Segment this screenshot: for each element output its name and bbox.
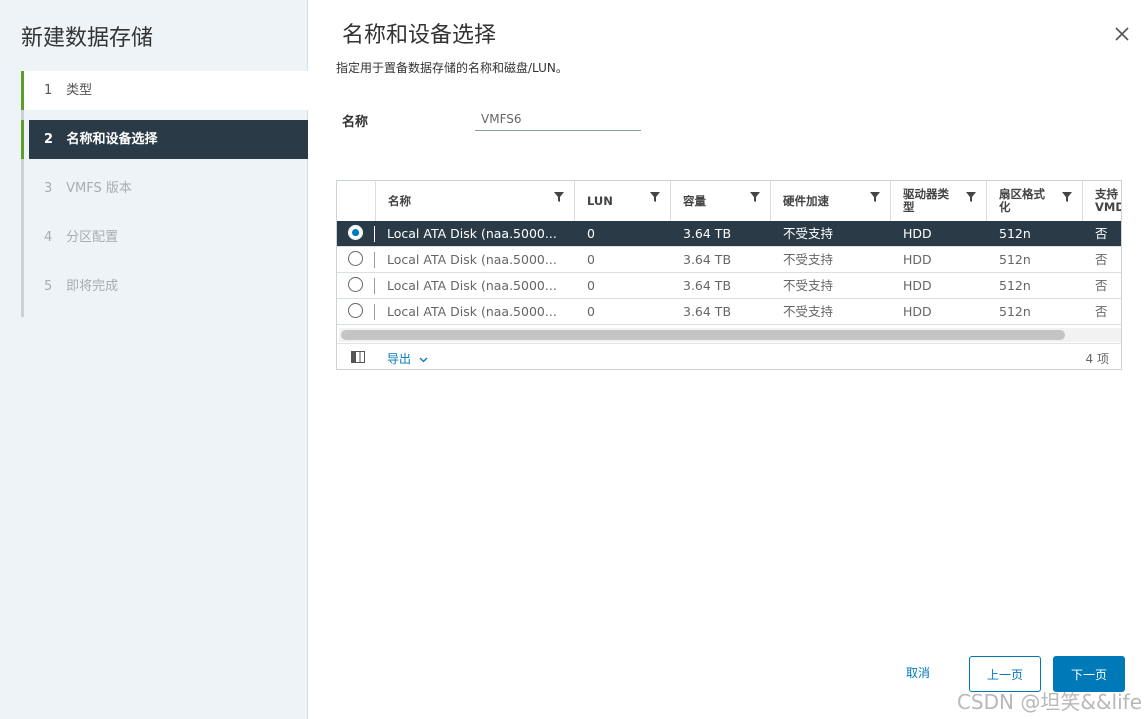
step-number: 3 [44, 181, 53, 196]
table-row[interactable]: Local ATA Disk (naa.5000... 0 3.64 TB 不受支持 H… [337, 247, 1121, 273]
step-vmfs-version: 3 VMFS 版本 [21, 169, 308, 208]
step-label: 名称和设备选择 [66, 132, 158, 147]
header-label: 名称 [388, 193, 411, 208]
table-row[interactable]: Local ATA Disk (naa.5000... 0 3.64 TB 不受支持 H… [337, 221, 1121, 247]
cell-lun: 0 [587, 304, 595, 319]
cell-vmd: 否 [1095, 304, 1108, 319]
filter-icon[interactable] [966, 192, 976, 202]
step-type[interactable]: 1 类型 [21, 71, 308, 110]
header-label: 驱动器类型 [903, 187, 949, 214]
cell-vmd: 否 [1095, 252, 1108, 267]
page-subtitle: 指定用于置备数据存储的名称和磁盘/LUN。 [336, 61, 568, 75]
grid-header: 名称 LUN 容量 硬件加速 驱动器类型 扇区格式化 支持 VMD [337, 181, 1122, 222]
step-name-device[interactable]: 2 名称和设备选择 [21, 120, 308, 159]
step-label: 类型 [66, 83, 93, 98]
step-number: 1 [44, 83, 53, 98]
row-divider [374, 252, 375, 268]
cell-sector: 512n [999, 252, 1031, 267]
cell-capacity: 3.64 TB [683, 226, 732, 241]
header-sector-format[interactable]: 扇区格式化 [986, 181, 1082, 221]
filter-icon[interactable] [650, 192, 660, 202]
watermark: CSDN @坦笑&&life [956, 690, 1142, 714]
filter-icon[interactable] [554, 192, 564, 202]
table-row[interactable]: Local ATA Disk (naa.5000... 0 3.64 TB 不受支持 H… [337, 299, 1121, 325]
step-ready-to-complete: 5 即将完成 [21, 267, 308, 306]
step-number: 4 [44, 230, 53, 245]
step-label: 即将完成 [66, 279, 119, 294]
scrollbar-thumb[interactable] [341, 330, 1065, 340]
cell-sector: 512n [999, 226, 1031, 241]
cell-sector: 512n [999, 304, 1031, 319]
cell-capacity: 3.64 TB [683, 278, 732, 293]
row-radio-button[interactable] [348, 251, 363, 266]
wizard-dialog: 新建数据存储 1 类型 2 名称和设备选择 3 VMFS 版本 4 分区配置 5… [0, 0, 1148, 719]
column-toggle-icon[interactable] [351, 351, 365, 363]
header-label: 扇区格式化 [999, 187, 1045, 214]
page-title: 名称和设备选择 [342, 23, 497, 48]
close-icon[interactable] [1113, 25, 1131, 43]
header-vmd-support[interactable]: 支持 VMD [1082, 181, 1122, 221]
cell-drive-type: HDD [903, 252, 932, 267]
header-hw-accel[interactable]: 硬件加速 [770, 181, 890, 221]
cell-name: Local ATA Disk (naa.5000... [387, 252, 557, 267]
chevron-down-icon [419, 357, 428, 362]
name-label: 名称 [342, 115, 369, 130]
step-number: 2 [44, 132, 54, 147]
step-list: 1 类型 2 名称和设备选择 3 VMFS 版本 4 分区配置 5 即将完成 [21, 71, 308, 317]
header-label: 支持 VMD [1095, 187, 1122, 214]
step-label: VMFS 版本 [66, 181, 132, 196]
cell-drive-type: HDD [903, 226, 932, 241]
step-partition-config: 4 分区配置 [21, 218, 308, 257]
step-number: 5 [44, 279, 53, 294]
header-label: 硬件加速 [783, 193, 829, 208]
row-radio-button[interactable] [348, 277, 363, 292]
cell-lun: 0 [587, 278, 595, 293]
export-label: 导出 [387, 352, 412, 366]
item-count: 4 项 [1085, 352, 1109, 366]
header-lun[interactable]: LUN [574, 181, 670, 221]
cell-hw-accel: 不受支持 [783, 278, 834, 293]
wizard-main: 名称和设备选择 指定用于置备数据存储的名称和磁盘/LUN。 名称 名称 LUN [308, 0, 1148, 719]
row-divider [374, 278, 375, 294]
cell-hw-accel: 不受支持 [783, 304, 834, 319]
export-dropdown[interactable]: 导出 [387, 350, 428, 367]
cell-lun: 0 [587, 226, 595, 241]
cell-drive-type: HDD [903, 304, 932, 319]
filter-icon[interactable] [1062, 192, 1072, 202]
cell-lun: 0 [587, 252, 595, 267]
cell-vmd: 否 [1095, 278, 1108, 293]
cell-name: Local ATA Disk (naa.5000... [387, 278, 557, 293]
grid-footer: 导出 4 项 [337, 343, 1121, 369]
header-label: 容量 [683, 193, 706, 208]
header-drive-type[interactable]: 驱动器类型 [890, 181, 986, 221]
cell-capacity: 3.64 TB [683, 304, 732, 319]
cell-hw-accel: 不受支持 [783, 252, 834, 267]
header-capacity[interactable]: 容量 [670, 181, 770, 221]
cell-hw-accel: 不受支持 [783, 226, 834, 241]
cell-name: Local ATA Disk (naa.5000... [387, 304, 557, 319]
cell-vmd: 否 [1095, 226, 1108, 241]
cancel-button[interactable]: 取消 [906, 664, 930, 681]
row-divider [374, 304, 375, 320]
filter-icon[interactable] [870, 192, 880, 202]
horizontal-scrollbar[interactable] [339, 328, 1121, 342]
filter-icon[interactable] [750, 192, 760, 202]
device-grid: 名称 LUN 容量 硬件加速 驱动器类型 扇区格式化 支持 VMD Local … [336, 180, 1122, 370]
wizard-title: 新建数据存储 [21, 26, 154, 51]
datastore-name-input[interactable] [475, 107, 641, 131]
cell-drive-type: HDD [903, 278, 932, 293]
step-label: 分区配置 [66, 230, 119, 245]
header-name[interactable]: 名称 [375, 181, 574, 221]
header-label: LUN [587, 193, 613, 208]
table-row[interactable]: Local ATA Disk (naa.5000... 0 3.64 TB 不受支持 H… [337, 273, 1121, 299]
cell-capacity: 3.64 TB [683, 252, 732, 267]
cell-name: Local ATA Disk (naa.5000... [387, 226, 557, 241]
row-radio-button[interactable] [348, 225, 363, 240]
row-divider [374, 226, 375, 242]
row-radio-button[interactable] [348, 303, 363, 318]
cell-sector: 512n [999, 278, 1031, 293]
header-select-column [337, 181, 375, 221]
wizard-sidebar: 新建数据存储 1 类型 2 名称和设备选择 3 VMFS 版本 4 分区配置 5… [0, 0, 308, 719]
